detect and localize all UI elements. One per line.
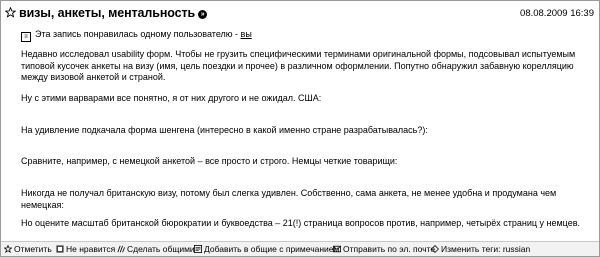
star-icon	[4, 245, 12, 253]
tag-russian[interactable]: russian	[503, 244, 530, 254]
edit-tags-button[interactable]: Изменить теги: russian	[431, 244, 530, 254]
paragraph-usa: Ну с этими варварами все понятно, я от н…	[21, 93, 322, 103]
mail-icon	[333, 245, 341, 253]
post-header: визы, анкеты, ментальность» 08.08.2009 1…	[5, 6, 594, 24]
post-title-text[interactable]: визы, анкеты, ментальность	[19, 6, 195, 20]
email-button[interactable]: Отправить по эл. почте	[333, 244, 435, 254]
paragraph-britain: Никогда не получал британскую визу, пото…	[21, 188, 557, 210]
paragraph-germany: Сравните, например, с немецкой анкетой –…	[21, 156, 398, 166]
liked-user-link[interactable]: вы	[241, 29, 252, 39]
share-with-note-button[interactable]: Добавить в общие с примечанием	[194, 244, 339, 254]
tag-icon	[431, 245, 439, 253]
post-card: визы, анкеты, ментальность» 08.08.2009 1…	[0, 0, 600, 257]
paragraph-bureaucracy: Но оцените масштаб британской бюрократии…	[21, 218, 581, 228]
dislike-icon	[56, 245, 64, 253]
liked-text: Эта запись понравилась одному пользовате…	[35, 29, 241, 39]
post-date: 08.08.2009 16:39	[520, 8, 594, 19]
post-title[interactable]: визы, анкеты, ментальность»	[19, 6, 208, 20]
open-link-icon[interactable]: »	[198, 10, 208, 19]
action-bar: Отметить Не нравится Сделать общими Доба…	[1, 241, 599, 256]
like-count-icon: ≡	[21, 32, 31, 42]
star-icon[interactable]	[5, 7, 16, 18]
dislike-button[interactable]: Не нравится	[56, 244, 115, 254]
paragraph-schengen: На удивление подкачала форма шенгена (ин…	[21, 125, 428, 135]
mark-button[interactable]: Отметить	[4, 244, 52, 254]
share-icon	[117, 245, 125, 253]
paragraph-intro: Недавно исследовал usability форм. Чтобы…	[21, 49, 576, 82]
share-button[interactable]: Сделать общими	[117, 244, 195, 254]
note-icon	[194, 245, 202, 253]
liked-notice: ≡ Эта запись понравилась одному пользоват…	[21, 29, 252, 42]
